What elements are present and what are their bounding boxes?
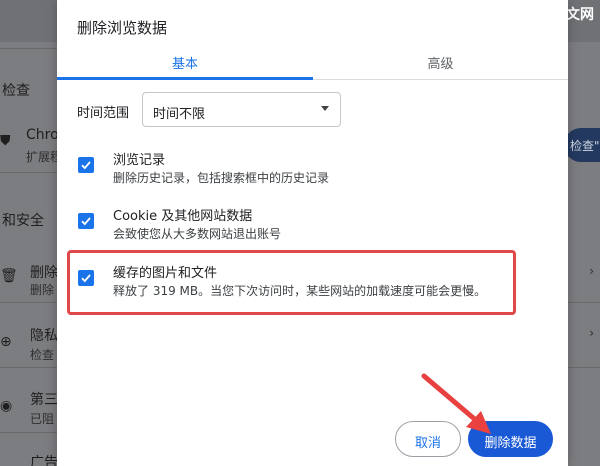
option-history-title: 浏览记录 [113, 153, 166, 168]
divider [0, 367, 60, 368]
cancel-button[interactable]: 取消 [395, 421, 461, 457]
tab-advanced[interactable]: 高级 [313, 44, 568, 79]
bg-privacy-guide-sub: 检查 [30, 348, 55, 362]
bg-delete-label[interactable]: 删除 [30, 262, 58, 282]
bg-delete-sub: 删除 [30, 283, 55, 297]
divider [568, 367, 600, 368]
caret-down-icon [321, 106, 329, 111]
divider [0, 48, 60, 49]
divider [0, 172, 60, 173]
option-history-desc: 删除历史记录，包括搜索框中的历史记录 [113, 171, 330, 185]
chevron-right-icon[interactable]: › [589, 326, 594, 340]
bg-check-button[interactable]: 检查"页 [564, 128, 600, 162]
checkbox-history[interactable] [78, 157, 94, 173]
bg-third-party[interactable]: 第三 [30, 389, 58, 409]
option-cookies-title: Cookie 及其他网站数据 [113, 209, 253, 224]
check-icon [81, 161, 91, 170]
bg-privacy-guide[interactable]: 隐私 [30, 325, 58, 345]
cookie-icon: ◉ [0, 398, 13, 414]
dialog-title: 删除浏览数据 [77, 19, 168, 37]
bg-privacy-section: 和安全 [2, 213, 44, 229]
time-range-select[interactable]: 时间不限 [142, 92, 341, 127]
divider [0, 302, 60, 303]
time-range-value: 时间不限 [153, 107, 206, 122]
option-cache-desc: 释放了 319 MB。当您下次访问时，某些网站的加载速度可能会更慢。 [113, 284, 487, 298]
divider [0, 432, 60, 433]
bg-ads[interactable]: 广告 [30, 452, 58, 466]
time-range-label: 时间范围 [77, 106, 130, 121]
trash-icon: 🗑 [0, 268, 18, 284]
clear-browsing-data-dialog: 删除浏览数据 基本 高级 时间范围 时间不限 浏览记录 删除历史记录，包括搜索框… [57, 0, 568, 466]
check-icon [81, 274, 91, 283]
checkbox-cache[interactable] [78, 270, 94, 286]
shield-icon: ⛊ [0, 133, 11, 149]
divider [568, 302, 600, 303]
check-icon [81, 217, 91, 226]
option-cache-title: 缓存的图片和文件 [113, 266, 218, 281]
option-cookies-desc: 会致使您从大多数网站退出账号 [113, 227, 282, 241]
tab-basic[interactable]: 基本 [57, 44, 313, 80]
checkbox-cookies[interactable] [78, 213, 94, 229]
chevron-right-icon[interactable]: › [589, 264, 594, 278]
tab-bar: 基本 高级 [57, 44, 568, 80]
delete-data-button[interactable]: 删除数据 [468, 421, 553, 457]
bg-section-check: 检查 [2, 83, 30, 99]
compass-icon: ⊕ [0, 334, 12, 350]
bg-third-party-sub: 已阻 [30, 412, 55, 426]
